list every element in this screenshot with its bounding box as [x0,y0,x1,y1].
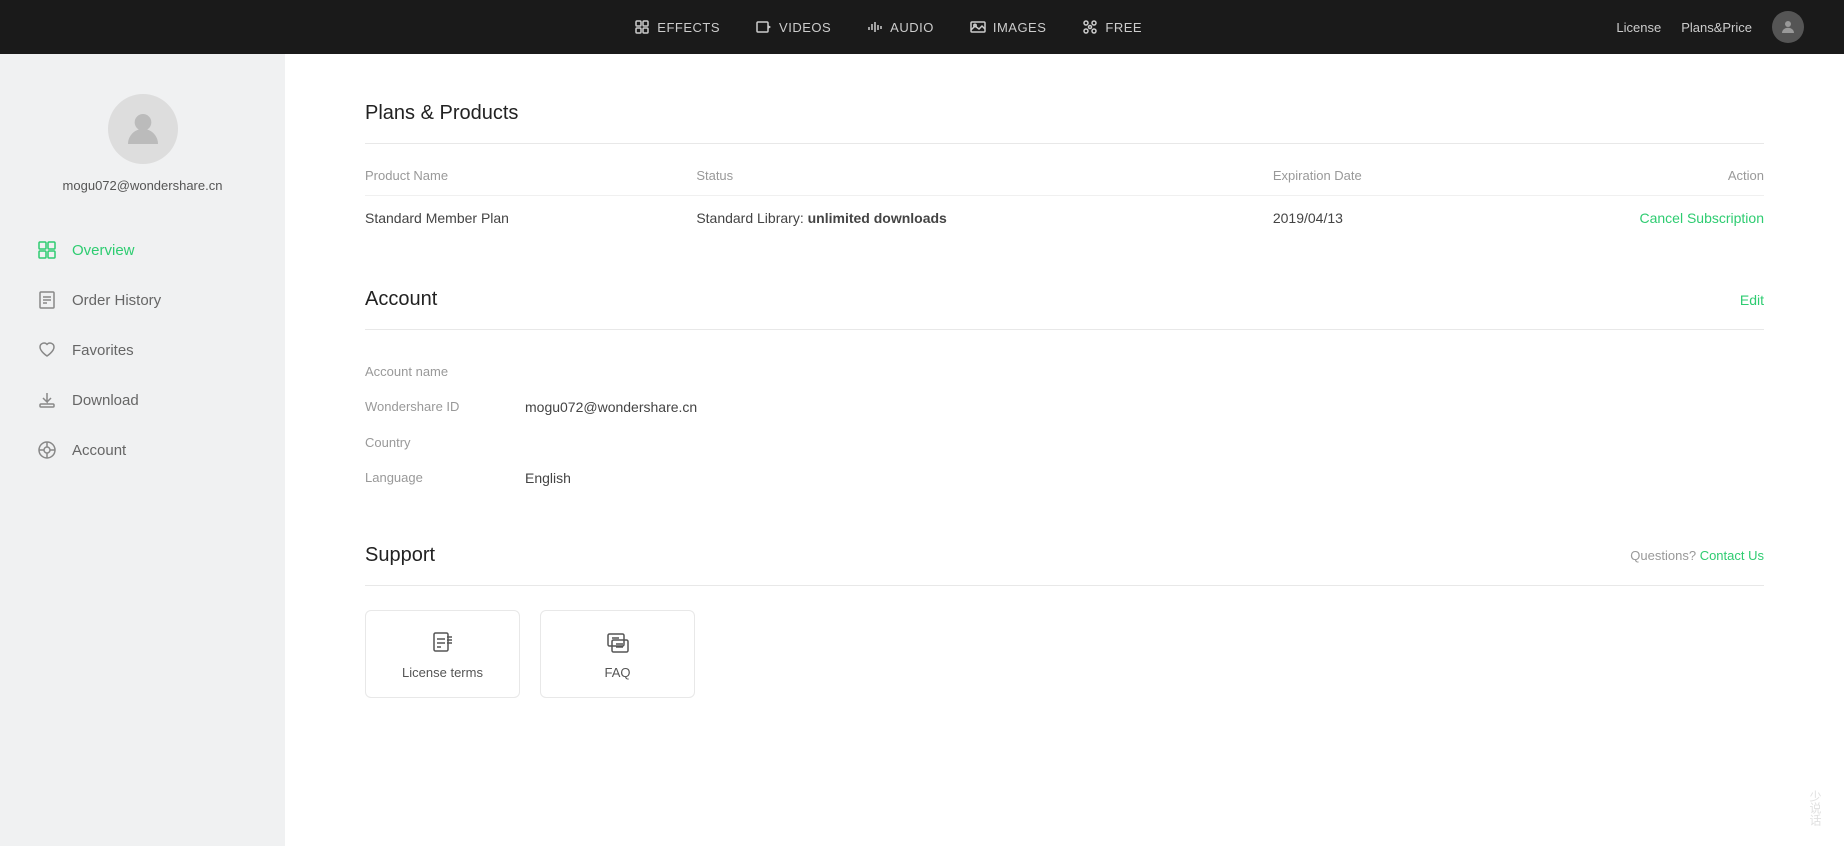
license-link[interactable]: License [1616,20,1661,35]
sidebar-email: mogu072@wondershare.cn [63,178,223,193]
faq-label: FAQ [604,665,630,680]
faq-icon [604,629,632,657]
plans-price-link[interactable]: Plans&Price [1681,20,1752,35]
account-language-value: English [525,470,571,486]
account-section-title: Account [365,288,437,311]
account-header: Account Edit [365,288,1764,311]
sidebar-avatar [108,94,178,164]
plans-divider [365,143,1764,144]
faq-card[interactable]: FAQ [540,610,695,698]
account-section: Account Edit Account name Wondershare ID… [365,288,1764,496]
top-navigation: EFFECTS VIDEOS AUDIO [0,0,1844,54]
plan-status: Standard Library: unlimited downloads [696,196,1273,241]
sidebar-account-label: Account [72,442,126,459]
sidebar-item-favorites[interactable]: Favorites [0,325,285,375]
overview-icon [36,239,58,261]
support-header: Support Questions? Contact Us [365,544,1764,567]
download-icon [36,389,58,411]
main-content: Plans & Products Product Name Status Exp… [285,54,1844,846]
nav-videos-label: VIDEOS [779,20,831,35]
nav-audio[interactable]: AUDIO [867,19,934,35]
plan-status-prefix: Standard Library: [696,210,807,226]
sidebar-favorites-label: Favorites [72,342,134,359]
videos-icon [756,19,772,35]
plans-section-title: Plans & Products [365,102,1764,125]
account-row-id: Wondershare ID mogu072@wondershare.cn [365,389,1764,425]
support-cards: License terms FAQ [365,610,1764,698]
account-divider [365,329,1764,330]
questions-prefix: Questions? [1630,548,1696,563]
images-icon [970,19,986,35]
account-fields: Account name Wondershare ID mogu072@wond… [365,354,1764,496]
support-section: Support Questions? Contact Us [365,544,1764,698]
nav-effects[interactable]: EFFECTS [634,19,720,35]
plan-product-name: Standard Member Plan [365,196,696,241]
audio-icon [867,19,883,35]
license-terms-icon [429,629,457,657]
sidebar-item-download[interactable]: Download [0,375,285,425]
account-icon [36,439,58,461]
account-language-label: Language [365,470,525,485]
nav-images-label: IMAGES [993,20,1047,35]
account-country-label: Country [365,435,525,450]
edit-account-link[interactable]: Edit [1740,292,1764,308]
plan-status-bold: unlimited downloads [808,210,947,226]
corner-watermark: 少说话 [1807,790,1824,826]
license-terms-label: License terms [402,665,483,680]
order-history-icon [36,289,58,311]
user-avatar[interactable] [1772,11,1804,43]
sidebar: mogu072@wondershare.cn Overview [0,54,285,846]
plans-table: Product Name Status Expiration Date Acti… [365,168,1764,240]
license-terms-card[interactable]: License terms [365,610,520,698]
support-questions: Questions? Contact Us [1630,548,1764,563]
table-row: Standard Member Plan Standard Library: u… [365,196,1764,241]
plans-section: Plans & Products Product Name Status Exp… [365,102,1764,240]
sidebar-item-order-history[interactable]: Order History [0,275,285,325]
sidebar-overview-label: Overview [72,242,135,259]
sidebar-download-label: Download [72,392,139,409]
sidebar-menu: Overview Order History [0,225,285,475]
effects-icon [634,19,650,35]
contact-us-link[interactable]: Contact Us [1700,548,1764,563]
nav-images[interactable]: IMAGES [970,19,1047,35]
plan-expiration: 2019/04/13 [1273,196,1478,241]
account-name-label: Account name [365,364,525,379]
free-icon [1082,19,1098,35]
col-header-product-name: Product Name [365,168,696,196]
support-section-title: Support [365,544,435,567]
col-header-action: Action [1477,168,1764,196]
nav-audio-label: AUDIO [890,20,934,35]
favorites-icon [36,339,58,361]
account-id-value: mogu072@wondershare.cn [525,399,697,415]
account-row-country: Country [365,425,1764,460]
col-header-status: Status [696,168,1273,196]
nav-free-label: FREE [1105,20,1142,35]
account-row-language: Language English [365,460,1764,496]
account-id-label: Wondershare ID [365,399,525,414]
col-header-expiration: Expiration Date [1273,168,1478,196]
nav-links: EFFECTS VIDEOS AUDIO [160,19,1616,35]
account-row-name: Account name [365,354,1764,389]
sidebar-item-account[interactable]: Account [0,425,285,475]
cancel-subscription-link[interactable]: Cancel Subscription [1639,210,1764,226]
nav-right: License Plans&Price [1616,11,1804,43]
sidebar-item-overview[interactable]: Overview [0,225,285,275]
nav-videos[interactable]: VIDEOS [756,19,831,35]
sidebar-order-history-label: Order History [72,292,161,309]
nav-effects-label: EFFECTS [657,20,720,35]
support-divider [365,585,1764,586]
main-layout: mogu072@wondershare.cn Overview [0,54,1844,846]
nav-free[interactable]: FREE [1082,19,1142,35]
plan-action-cell: Cancel Subscription [1477,196,1764,241]
